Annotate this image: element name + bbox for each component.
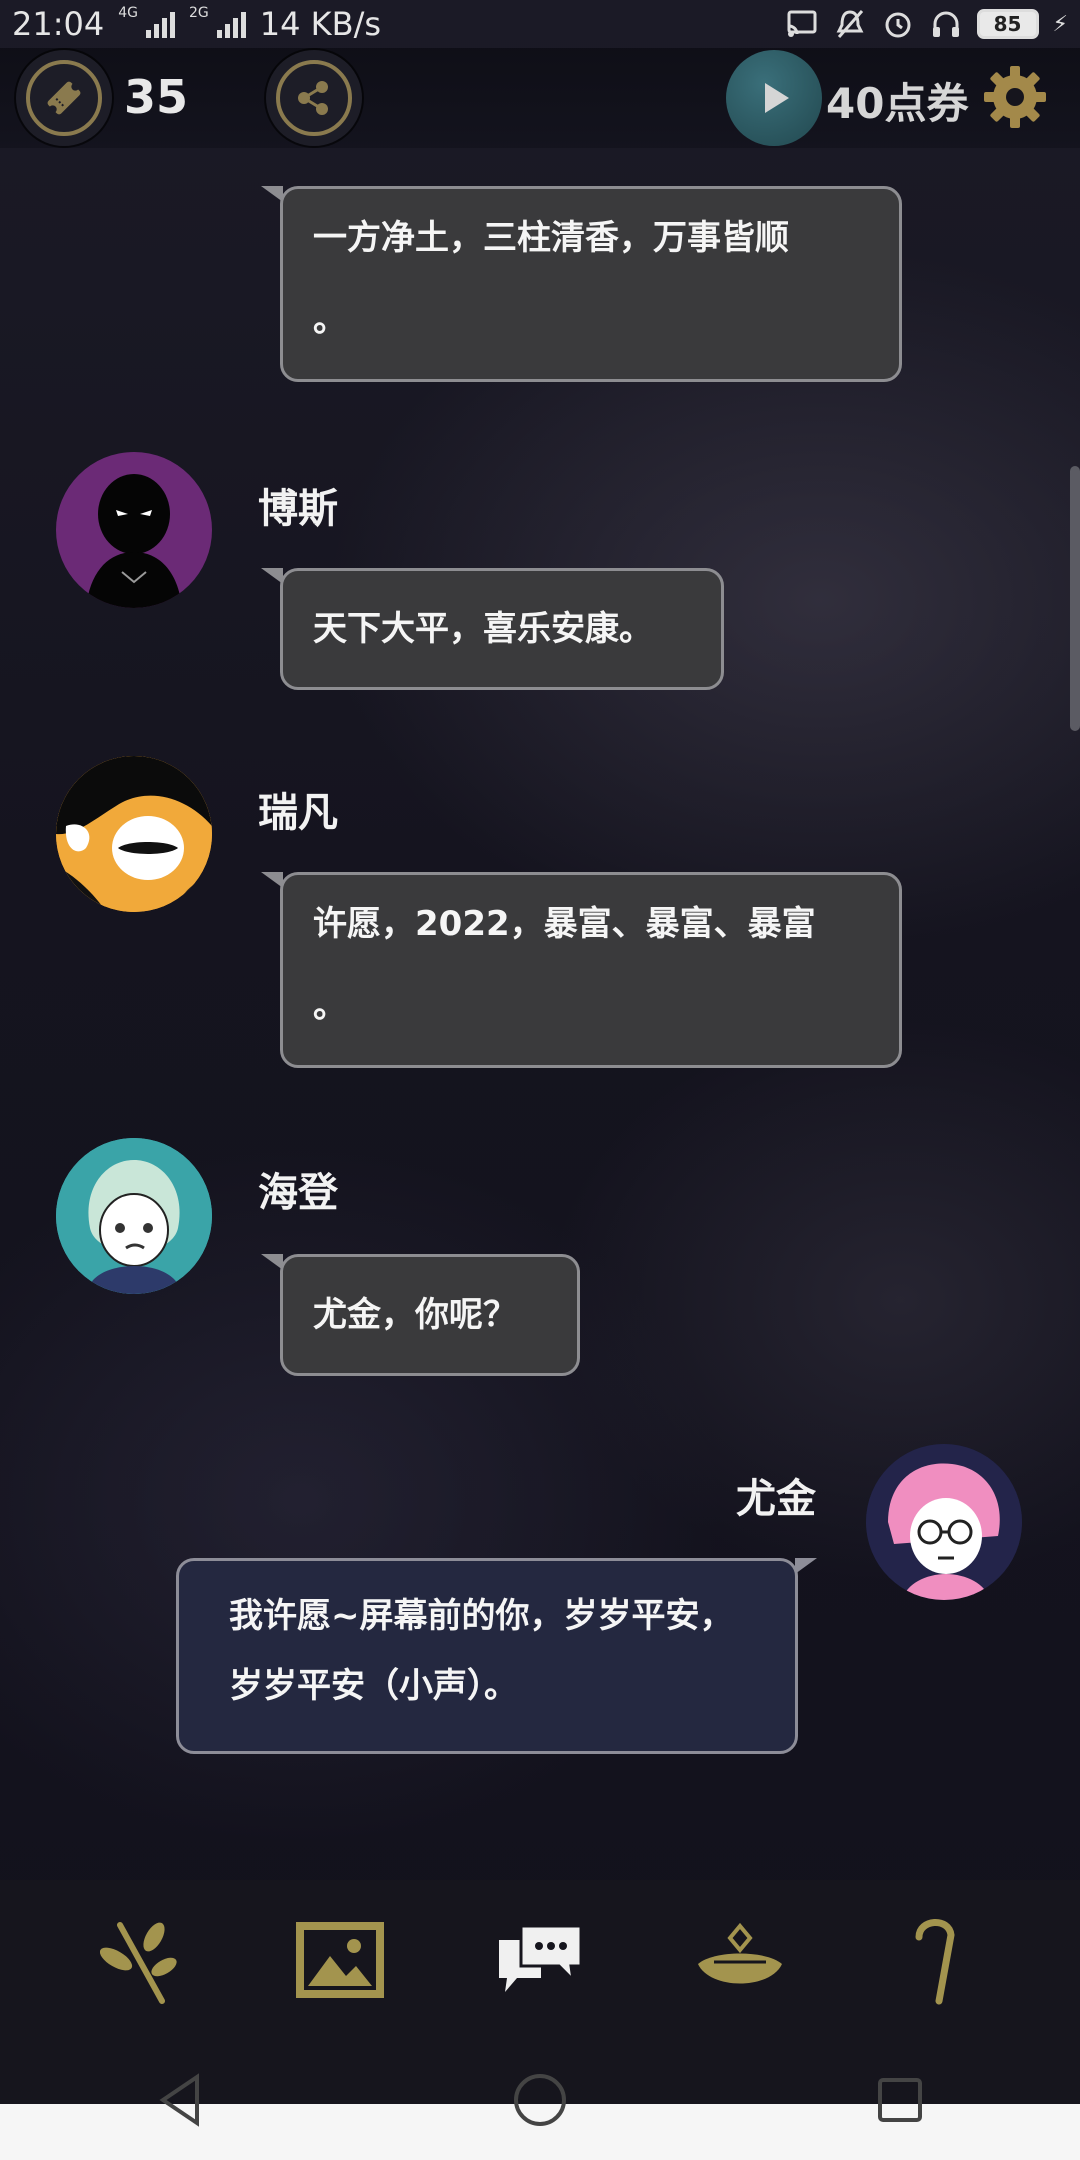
message-text: 。 [313, 986, 347, 1026]
message-bubble: 许愿，2022，暴富、暴富、暴富 。 [261, 872, 902, 1068]
avatar-bosi[interactable] [56, 452, 212, 608]
message-text: 我许愿~屏幕前的你，岁岁平安， [229, 1596, 734, 1636]
message-text: 岁岁平安（小声）。 [229, 1666, 518, 1706]
bottom-toolbar [0, 1880, 1080, 2040]
settings-button[interactable] [980, 62, 1050, 132]
message-bubble-mine: 我许愿~屏幕前的你，岁岁平安， 岁岁平安（小声）。 [176, 1558, 817, 1754]
network-type-2: 2G [188, 5, 209, 21]
message-bubble: 尤金，你呢？ [261, 1254, 580, 1376]
headphones-icon [929, 7, 963, 41]
ticket-icon [26, 60, 102, 136]
message-bubble: 天下大平，喜乐安康。 [261, 568, 724, 690]
play-ad-button[interactable] [726, 50, 822, 146]
back-button[interactable] [140, 2060, 220, 2140]
picture-icon[interactable] [285, 1905, 395, 2015]
top-bar: 35 40点券 [0, 48, 1080, 148]
message-bubble: 一方净土，三柱清香，万事皆顺 。 [261, 186, 902, 382]
share-icon [276, 60, 352, 136]
points-label: 40点券 [826, 79, 969, 128]
message-text: 天下大平，喜乐安康。 [313, 609, 653, 649]
cast-icon [785, 7, 819, 41]
avatar-youjin[interactable] [866, 1444, 1022, 1600]
battery-indicator: 85 [976, 9, 1039, 39]
chat-icon[interactable] [485, 1905, 595, 2015]
sender-name: 瑞凡 [258, 790, 338, 836]
network-speed: 14 KB/s [259, 5, 382, 43]
sender-name: 博斯 [258, 486, 338, 532]
share-button[interactable] [266, 50, 362, 146]
back-icon [159, 2073, 199, 2127]
signal-icon [145, 10, 175, 38]
gear-icon [984, 66, 1046, 128]
play-icon [765, 83, 789, 113]
alarm-icon [881, 7, 915, 41]
message-text: 。 [313, 300, 347, 340]
mute-bell-icon [833, 7, 867, 41]
cane-icon[interactable] [885, 1905, 995, 2015]
status-time: 21:04 [12, 5, 105, 43]
network-type-1: 4G [118, 5, 138, 21]
hat-icon[interactable] [685, 1905, 795, 2015]
signal-icon-2 [216, 10, 246, 38]
charging-icon: ⚡ [1052, 11, 1068, 37]
message-text: 一方净土，三柱清香，万事皆顺 [313, 218, 789, 258]
branch-icon[interactable] [85, 1905, 195, 2015]
ticket-count: 35 [124, 70, 189, 124]
home-button[interactable] [500, 2060, 580, 2140]
message-text: 许愿，2022，暴富、暴富、暴富 [313, 904, 816, 944]
sender-name: 尤金 [736, 1476, 816, 1522]
recents-icon [878, 2078, 922, 2122]
recents-button[interactable] [860, 2060, 940, 2140]
home-icon [514, 2074, 566, 2126]
system-nav-bar [0, 2040, 1080, 2160]
avatar-ruifan[interactable] [56, 756, 212, 912]
sender-name: 海登 [258, 1170, 338, 1216]
scrollbar[interactable] [1070, 466, 1080, 731]
ticket-button[interactable] [16, 50, 112, 146]
chat-list[interactable]: 一方净土，三柱清香，万事皆顺 。 博斯 天下大平，喜乐安康。 瑞凡 许愿，202… [0, 148, 1080, 1880]
status-bar: 21:04 4G 2G 14 KB/s 85 ⚡ [0, 0, 1080, 48]
message-text: 尤金，你呢？ [313, 1295, 517, 1335]
avatar-haideng[interactable] [56, 1138, 212, 1294]
